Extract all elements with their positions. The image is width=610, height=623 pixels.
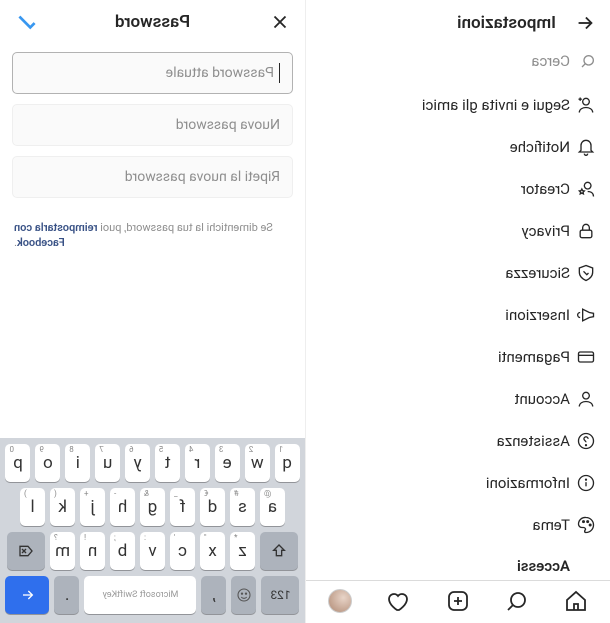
item-label: Privacy bbox=[522, 222, 570, 240]
item-label: Account bbox=[514, 390, 570, 408]
enter-key[interactable] bbox=[6, 576, 50, 614]
period-key[interactable]: . bbox=[55, 576, 80, 614]
home-icon[interactable] bbox=[564, 589, 588, 613]
password-fields: Password attuale Nuova password Ripeti l… bbox=[0, 44, 305, 216]
add-post-icon[interactable] bbox=[446, 589, 470, 613]
item-label: Informazioni bbox=[486, 474, 570, 492]
keyboard-row-3: *z"x'c:v;b!n?m bbox=[3, 532, 302, 570]
item-label: Accessi bbox=[517, 557, 570, 575]
back-arrow-icon[interactable] bbox=[574, 12, 596, 34]
item-label: Inserzioni bbox=[505, 306, 570, 324]
key-j[interactable]: +j bbox=[80, 488, 105, 526]
user-icon bbox=[570, 389, 596, 409]
keyboard-row-1: 1q2w3e4r5t6y7u8i9o0p bbox=[3, 444, 302, 482]
item-label: Creator bbox=[521, 180, 570, 198]
keyboard-row-2: @a#s€d_f&g-h+j(k)l bbox=[3, 488, 302, 526]
item-label: Notifiche bbox=[510, 138, 570, 156]
shield-icon bbox=[570, 263, 596, 283]
bell-icon bbox=[570, 137, 596, 157]
heart-icon[interactable] bbox=[387, 589, 411, 613]
emoji-key[interactable] bbox=[232, 576, 257, 614]
card-icon bbox=[570, 347, 596, 367]
settings-item-security[interactable]: Sicurezza bbox=[306, 252, 610, 294]
settings-header: Impostazioni bbox=[306, 0, 610, 46]
reset-link[interactable]: reimpostarla con Facebook bbox=[14, 221, 97, 249]
palette-icon bbox=[570, 515, 596, 535]
key-t[interactable]: 5t bbox=[155, 444, 180, 482]
megaphone-icon bbox=[570, 305, 596, 325]
settings-list: Segui e invita gli amici Notifiche Creat… bbox=[306, 80, 610, 580]
add-user-icon bbox=[570, 95, 596, 115]
item-label: Assistenza bbox=[497, 432, 570, 450]
search-row[interactable]: Cerca bbox=[306, 46, 610, 80]
key-f[interactable]: _f bbox=[170, 488, 195, 526]
settings-title: Impostazioni bbox=[457, 13, 556, 33]
settings-item-info[interactable]: Informazioni bbox=[306, 462, 610, 504]
key-l[interactable]: )l bbox=[20, 488, 45, 526]
settings-item-theme[interactable]: Tema bbox=[306, 504, 610, 546]
key-u[interactable]: 7u bbox=[95, 444, 120, 482]
lock-icon bbox=[570, 221, 596, 241]
new-password-field[interactable]: Nuova password bbox=[12, 104, 293, 146]
key-i[interactable]: 8i bbox=[65, 444, 90, 482]
close-icon[interactable] bbox=[269, 11, 291, 33]
nav-search-icon[interactable] bbox=[505, 589, 529, 613]
key-r[interactable]: 4r bbox=[185, 444, 210, 482]
help-icon bbox=[570, 431, 596, 451]
key-d[interactable]: €d bbox=[200, 488, 225, 526]
key-g[interactable]: &g bbox=[140, 488, 165, 526]
settings-item-logins[interactable]: Accessi bbox=[306, 546, 610, 580]
current-password-field[interactable]: Password attuale bbox=[12, 52, 293, 94]
search-placeholder: Cerca bbox=[531, 52, 570, 70]
key-z[interactable]: *z bbox=[230, 532, 255, 570]
password-header: Password bbox=[0, 0, 305, 44]
key-y[interactable]: 6y bbox=[125, 444, 150, 482]
item-label: Sicurezza bbox=[505, 264, 570, 282]
key-a[interactable]: @a bbox=[260, 488, 285, 526]
settings-item-privacy[interactable]: Privacy bbox=[306, 210, 610, 252]
keyboard: 1q2w3e4r5t6y7u8i9o0p @a#s€d_f&g-h+j(k)l … bbox=[0, 438, 305, 623]
key-m[interactable]: ?m bbox=[50, 532, 75, 570]
reset-hint: Se dimentichi la tua password, puoi reim… bbox=[0, 216, 305, 255]
keyboard-row-4: 123 , Microsoft SwiftKey . bbox=[3, 576, 302, 614]
key-o[interactable]: 9o bbox=[35, 444, 60, 482]
space-key[interactable]: Microsoft SwiftKey bbox=[85, 576, 197, 614]
key-p[interactable]: 0p bbox=[5, 444, 30, 482]
settings-item-payments[interactable]: Pagamenti bbox=[306, 336, 610, 378]
key-v[interactable]: :v bbox=[140, 532, 165, 570]
settings-item-account[interactable]: Account bbox=[306, 378, 610, 420]
key-n[interactable]: !n bbox=[80, 532, 105, 570]
avatar[interactable] bbox=[328, 589, 352, 613]
key-b[interactable]: ;b bbox=[110, 532, 135, 570]
symbols-key[interactable]: 123 bbox=[262, 576, 300, 614]
item-label: Segui e invita gli amici bbox=[422, 96, 570, 114]
key-q[interactable]: 1q bbox=[275, 444, 300, 482]
repeat-password-field[interactable]: Ripeti la nuova password bbox=[12, 156, 293, 198]
backspace-key[interactable] bbox=[7, 532, 45, 570]
settings-item-ads[interactable]: Inserzioni bbox=[306, 294, 610, 336]
comma-key[interactable]: , bbox=[202, 576, 227, 614]
item-label: Pagamenti bbox=[498, 348, 570, 366]
key-e[interactable]: 3e bbox=[215, 444, 240, 482]
bottom-nav bbox=[306, 580, 610, 623]
item-label: Tema bbox=[533, 516, 571, 534]
search-icon bbox=[580, 53, 596, 69]
shift-key[interactable] bbox=[260, 532, 298, 570]
key-w[interactable]: 2w bbox=[245, 444, 270, 482]
star-user-icon bbox=[570, 179, 596, 199]
key-s[interactable]: #s bbox=[230, 488, 255, 526]
settings-item-notifications[interactable]: Notifiche bbox=[306, 126, 610, 168]
info-icon bbox=[570, 473, 596, 493]
key-x[interactable]: "x bbox=[200, 532, 225, 570]
key-h[interactable]: -h bbox=[110, 488, 135, 526]
key-c[interactable]: 'c bbox=[170, 532, 195, 570]
key-k[interactable]: (k bbox=[50, 488, 75, 526]
password-title: Password bbox=[14, 12, 291, 32]
settings-item-help[interactable]: Assistenza bbox=[306, 420, 610, 462]
settings-item-follow[interactable]: Segui e invita gli amici bbox=[306, 84, 610, 126]
settings-item-creator[interactable]: Creator bbox=[306, 168, 610, 210]
submit-check-icon[interactable] bbox=[14, 9, 40, 35]
